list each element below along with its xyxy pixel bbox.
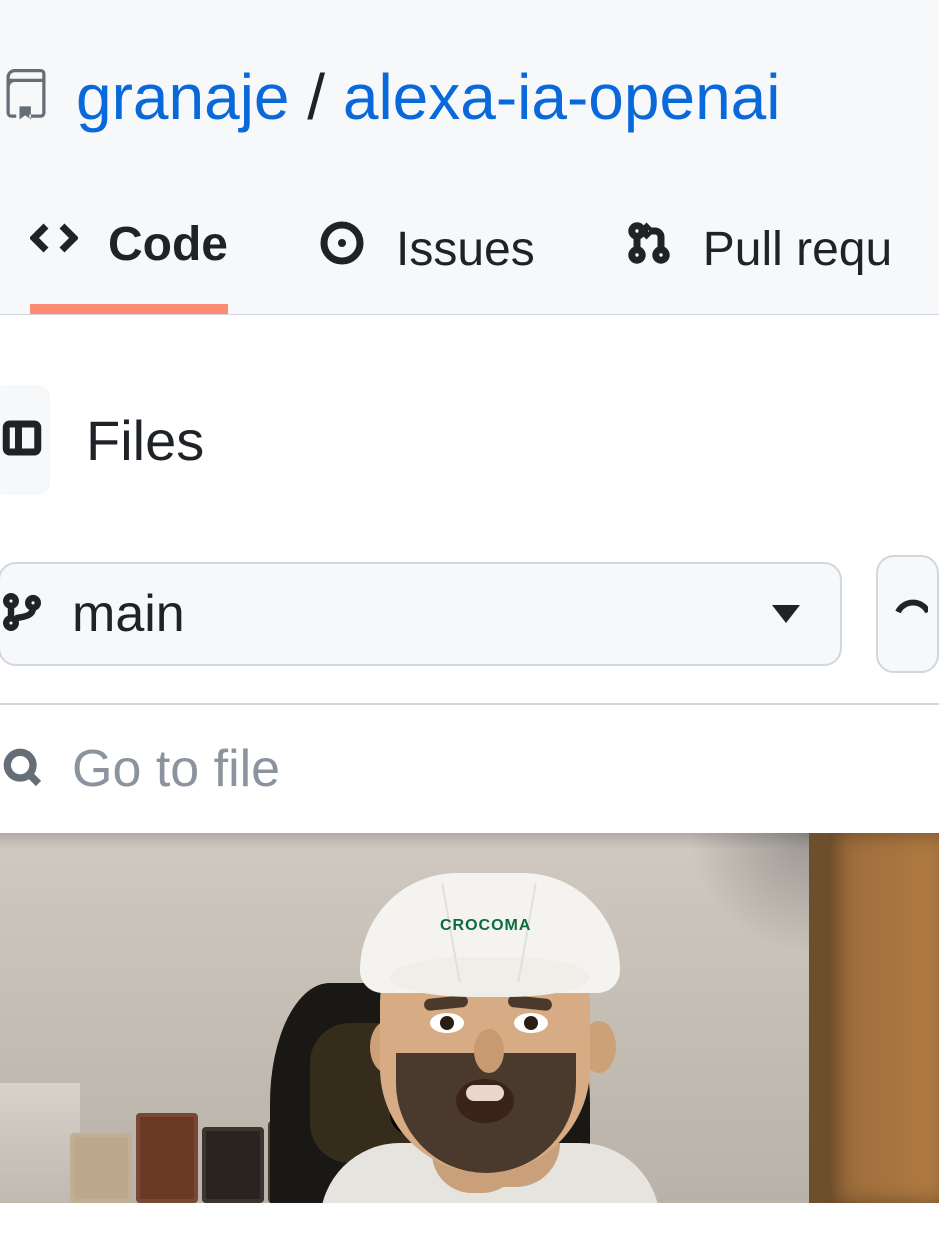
files-panel-header: Files xyxy=(0,365,939,555)
tab-pull-requests[interactable]: Pull requ xyxy=(625,199,892,309)
person-eye xyxy=(430,1013,464,1033)
pull-request-icon xyxy=(625,219,673,279)
repo-tabs: Code Issues Pull requ xyxy=(0,194,939,314)
tab-issues-label: Issues xyxy=(396,222,535,277)
breadcrumb: granaje / alexa-ia-openai xyxy=(0,40,939,194)
person-cap-visor xyxy=(390,957,590,997)
overlay-shelf xyxy=(0,1083,80,1203)
owner-link[interactable]: granaje xyxy=(76,61,290,133)
branch-row: main xyxy=(0,555,939,673)
branch-name: main xyxy=(72,584,185,644)
add-button[interactable] xyxy=(876,555,939,673)
git-branch-icon xyxy=(0,590,44,639)
search-icon xyxy=(0,745,44,794)
issues-icon xyxy=(318,219,366,279)
webcam-overlay: CROCOMA xyxy=(0,833,939,1203)
book-icon xyxy=(202,1127,264,1203)
overlay-door xyxy=(829,833,939,1203)
cap-text: CROCOMA xyxy=(440,917,531,935)
book-icon xyxy=(136,1113,198,1203)
overlay-corner-shadow xyxy=(689,833,809,953)
go-to-file[interactable] xyxy=(0,703,939,833)
code-icon xyxy=(30,214,78,274)
person-eye xyxy=(514,1013,548,1033)
files-panel: Files main xyxy=(0,315,939,833)
go-to-file-input[interactable] xyxy=(72,739,672,799)
repo-icon xyxy=(0,69,52,126)
overlay-person: CROCOMA xyxy=(300,833,680,1203)
files-title: Files xyxy=(86,408,204,473)
person-mouth xyxy=(456,1079,514,1123)
sidebar-icon xyxy=(1,417,43,464)
branch-select-button[interactable]: main xyxy=(0,562,842,666)
chevron-down-icon xyxy=(772,605,800,623)
repo-link[interactable]: alexa-ia-openai xyxy=(343,61,781,133)
search-icon-partial xyxy=(888,592,928,637)
tab-code[interactable]: Code xyxy=(30,194,228,314)
tab-issues[interactable]: Issues xyxy=(318,199,535,309)
tab-pull-requests-label: Pull requ xyxy=(703,222,892,277)
person-nose xyxy=(474,1029,504,1073)
tab-code-label: Code xyxy=(108,217,228,272)
book-icon xyxy=(70,1133,132,1203)
overlay-door-frame xyxy=(809,833,829,1203)
repo-header: granaje / alexa-ia-openai Code Issues Pu… xyxy=(0,0,939,315)
breadcrumb-separator: / xyxy=(307,61,325,133)
breadcrumb-text: granaje / alexa-ia-openai xyxy=(76,60,780,134)
sidebar-toggle-button[interactable] xyxy=(0,385,50,495)
